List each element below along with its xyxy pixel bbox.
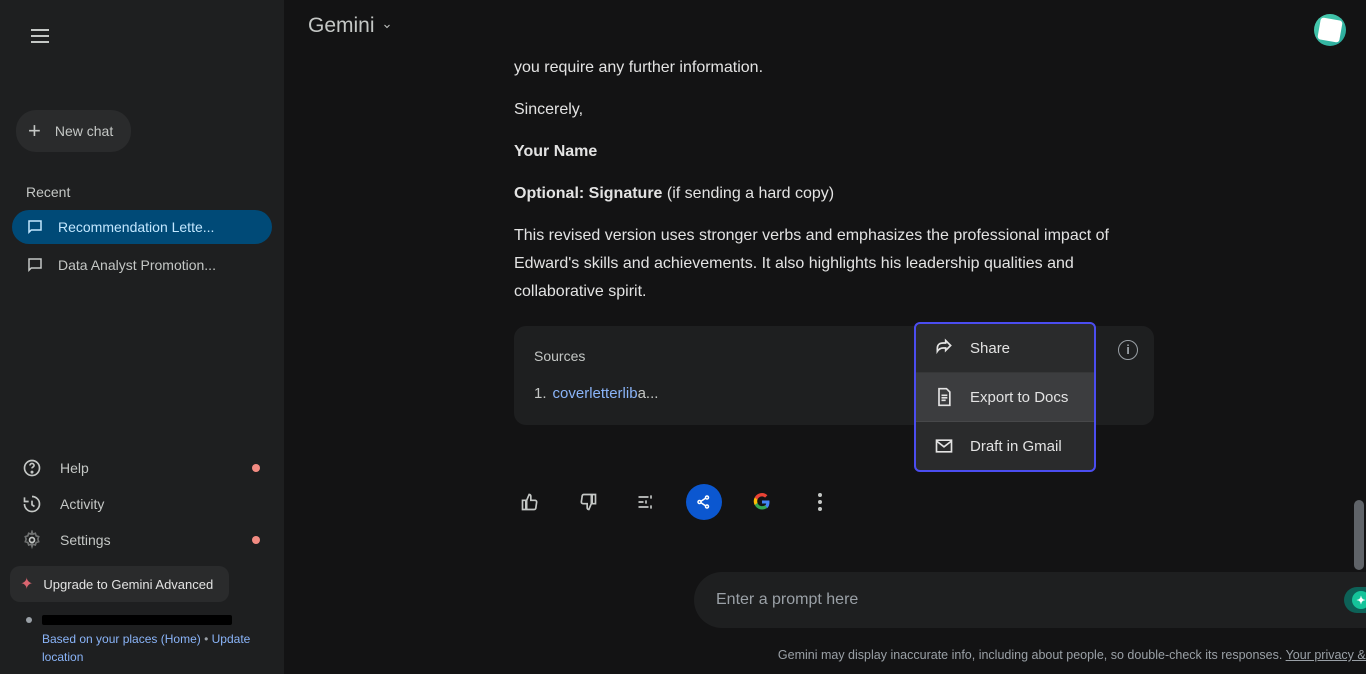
docs-icon (934, 387, 954, 407)
google-icon (753, 493, 771, 511)
separator: • (201, 632, 212, 646)
optional-rest: (if sending a hard copy) (662, 185, 834, 202)
scrollbar[interactable] (1354, 500, 1364, 570)
source-rest: a... (638, 385, 659, 402)
sidebar-item-recommendation[interactable]: Recommendation Lette... (12, 210, 272, 244)
privacy-link[interactable]: Your privacy & Gemini Apps (1286, 648, 1366, 662)
popup-gmail-label: Draft in Gmail (970, 438, 1062, 455)
hamburger-icon (31, 35, 49, 37)
app-title: Gemini (308, 14, 375, 38)
popup-export-label: Export to Docs (970, 389, 1068, 406)
upgrade-label: Upgrade to Gemini Advanced (43, 577, 213, 592)
app-title-dropdown[interactable]: Gemini (308, 14, 393, 38)
response-line: you require any further information. (514, 54, 1154, 82)
response-your-name: Your Name (514, 143, 597, 160)
thumbs-down-button[interactable] (570, 484, 606, 520)
more-button[interactable] (802, 484, 838, 520)
settings-label: Settings (60, 532, 111, 548)
share-popup: Share Export to Docs Draft in Gmail (914, 322, 1096, 472)
popup-draft-gmail[interactable]: Draft in Gmail (916, 422, 1094, 470)
new-chat-button[interactable]: + New chat (16, 110, 131, 152)
share-icon (695, 493, 713, 511)
notification-dot (252, 464, 260, 472)
activity-link[interactable]: Activity (0, 486, 284, 522)
settings-link[interactable]: Settings (0, 522, 284, 558)
thumbs-up-button[interactable] (512, 484, 548, 520)
google-search-button[interactable] (744, 484, 780, 520)
menu-button[interactable] (16, 12, 64, 60)
response-summary: This revised version uses stronger verbs… (514, 222, 1154, 306)
tune-button[interactable] (628, 484, 664, 520)
popup-export-docs[interactable]: Export to Docs (916, 373, 1094, 422)
gear-icon (22, 530, 42, 550)
notification-dot (252, 536, 260, 544)
extension-chip[interactable]: ✦ G (1344, 587, 1366, 613)
chat-icon (26, 218, 44, 236)
source-link[interactable]: coverletterlib (553, 385, 638, 402)
location-redacted (42, 615, 232, 625)
response-sincerely: Sincerely, (514, 96, 1154, 124)
more-icon (818, 493, 822, 511)
prompt-bar: ✦ G (694, 572, 1366, 628)
upgrade-button[interactable]: ✦ Upgrade to Gemini Advanced (10, 566, 229, 602)
recent-heading: Recent (26, 184, 284, 200)
location-based-link[interactable]: Based on your places (Home) (42, 632, 201, 646)
activity-label: Activity (60, 496, 104, 512)
new-chat-label: New chat (55, 123, 113, 139)
source-number: 1. (534, 385, 547, 402)
sidebar-item-label: Recommendation Lette... (58, 219, 214, 235)
info-icon[interactable]: i (1118, 340, 1138, 360)
disclaimer-text: Gemini may display inaccurate info, incl… (778, 648, 1286, 662)
optional-label: Optional: Signature (514, 185, 662, 202)
gmail-icon (934, 436, 954, 456)
sparkle-icon: ✦ (20, 574, 33, 594)
location-info: Based on your places (Home) • Update loc… (0, 610, 284, 666)
chip-icon: ✦ (1352, 591, 1366, 609)
response-actions (512, 484, 838, 520)
share-button[interactable] (686, 484, 722, 520)
plus-icon: + (28, 120, 41, 142)
disclaimer: Gemini may display inaccurate info, incl… (694, 648, 1366, 662)
location-dot-icon (26, 617, 32, 623)
avatar[interactable] (1314, 14, 1346, 46)
thumbs-down-icon (578, 492, 598, 512)
avatar-image (1317, 17, 1342, 42)
popup-share-label: Share (970, 340, 1010, 357)
chevron-down-icon (381, 20, 393, 32)
help-link[interactable]: Help (0, 450, 284, 486)
help-label: Help (60, 460, 89, 476)
activity-icon (22, 494, 42, 514)
chat-icon (26, 256, 44, 274)
help-icon (22, 458, 42, 478)
thumbs-up-icon (520, 492, 540, 512)
popup-share[interactable]: Share (916, 324, 1094, 373)
tune-icon (636, 492, 656, 512)
share-arrow-icon (934, 338, 954, 358)
sidebar-item-label: Data Analyst Promotion... (58, 257, 216, 273)
sidebar-item-data-analyst[interactable]: Data Analyst Promotion... (12, 248, 272, 282)
prompt-input[interactable] (716, 591, 1344, 609)
